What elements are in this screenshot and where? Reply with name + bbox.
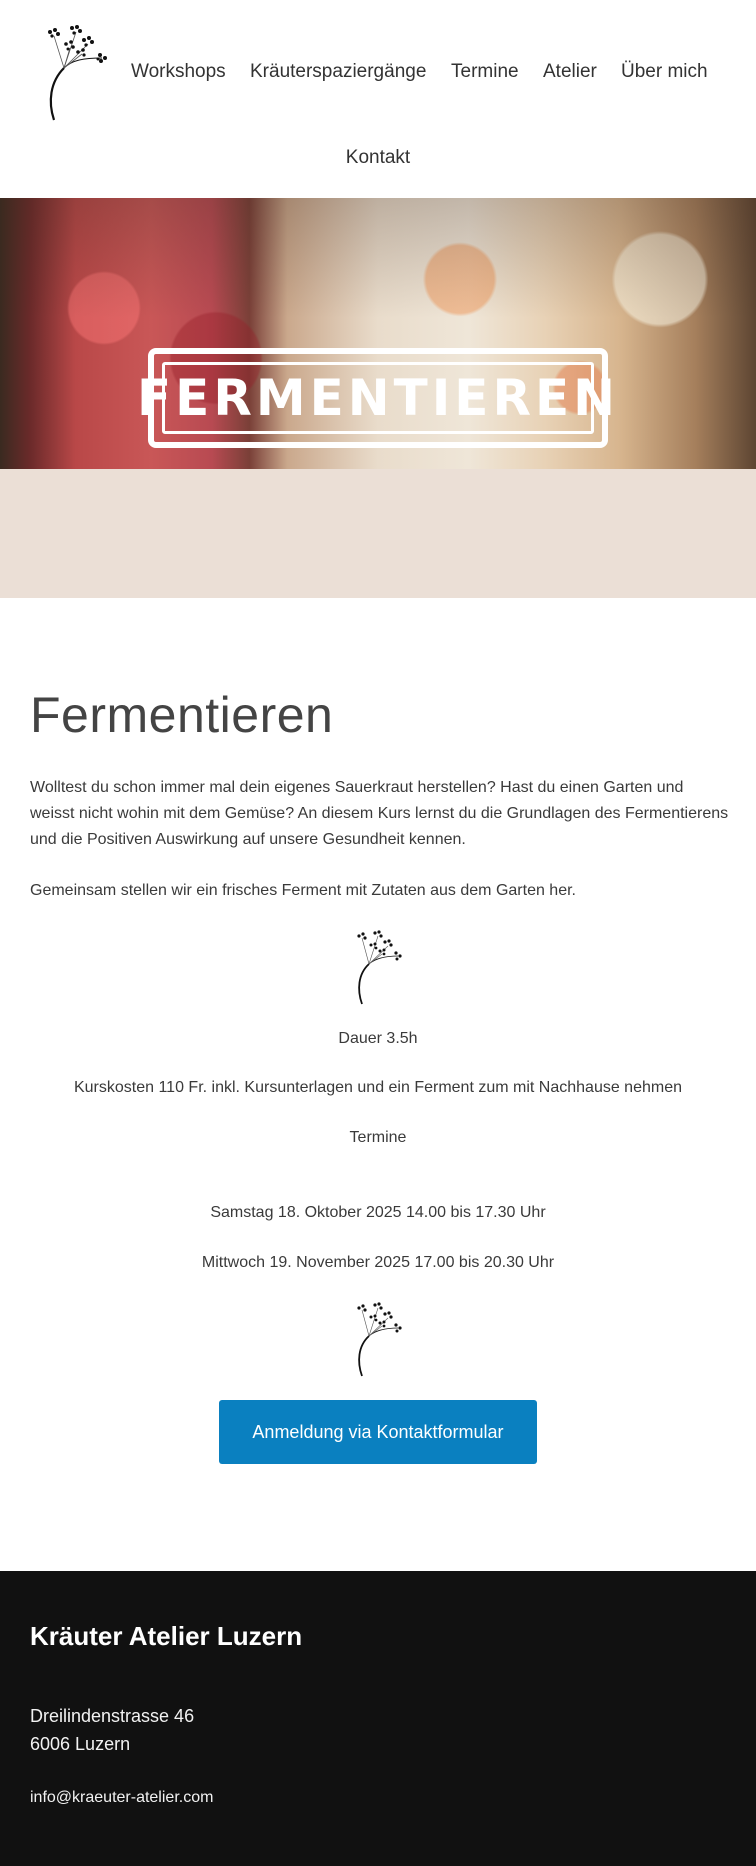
hero-shade — [0, 198, 756, 318]
footer-city: 6006 Luzern — [30, 1734, 131, 1754]
footer-title: Kräuter Atelier Luzern — [30, 1621, 303, 1651]
beige-band — [0, 469, 756, 598]
site-header: Workshops Kräuterspaziergänge Termine At… — [0, 0, 756, 198]
main-content: Fermentieren Wolltest du schon immer mal… — [0, 598, 756, 1571]
date-item-2: Mittwoch 19. November 2025 17.00 bis 20.… — [201, 1254, 555, 1271]
hero-title-badge-inner: FERMENTIEREN — [137, 362, 615, 434]
dates-heading: Termine — [349, 1129, 407, 1146]
duration-text: Dauer 3.5h — [338, 1030, 418, 1047]
nav-item-kontakt-row: Kontakt — [0, 140, 756, 176]
footer-street: Dreilindenstrasse 46 — [30, 1706, 195, 1726]
date-item-1: Samstag 18. Oktober 2025 14.00 bis 17.30… — [210, 1204, 546, 1221]
nav-item-termine[interactable]: Termine — [451, 52, 519, 92]
umbel-flower-divider-icon — [357, 930, 402, 1005]
cost-text: Kurskosten 110 Fr. inkl. Kursunterlagen … — [73, 1079, 682, 1096]
nav-item-kraeuterspaziergaenge[interactable]: Kräuterspaziergänge — [250, 52, 426, 92]
register-button[interactable]: Anmeldung via Kontaktformular — [219, 1400, 537, 1464]
nav-item-ueber-mich[interactable]: Über mich — [621, 52, 708, 92]
footer-email-link[interactable]: info@kraeuter-atelier.com — [30, 1789, 213, 1807]
page-title: Fermentieren — [30, 687, 334, 743]
site-footer: Kräuter Atelier Luzern Dreilindenstrasse… — [0, 1571, 756, 1866]
nav-item-workshops[interactable]: Workshops — [131, 52, 226, 92]
umbel-flower-divider-icon — [357, 1302, 402, 1377]
hero-title-badge: FERMENTIEREN — [137, 348, 615, 448]
main-nav: Workshops Kräuterspaziergänge Termine At… — [0, 52, 756, 92]
nav-item-atelier[interactable]: Atelier — [543, 52, 597, 92]
intro-paragraph: Wolltest du schon immer mal dein eigenes… — [30, 779, 729, 848]
together-paragraph: Gemeinsam stellen wir ein frisches Ferme… — [30, 882, 576, 899]
nav-item-kontakt[interactable]: Kontakt — [346, 147, 410, 168]
hero-title-text: FERMENTIEREN — [137, 369, 619, 427]
